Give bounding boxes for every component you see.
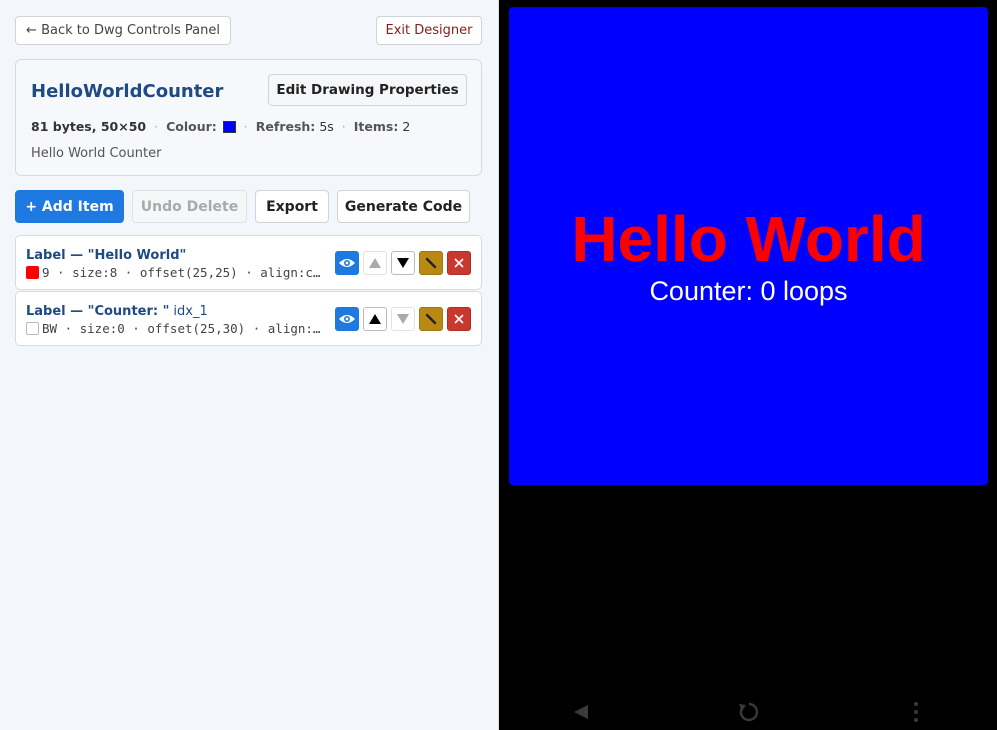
item-title-text: Label — "Counter: " <box>26 304 170 319</box>
arrow-down-icon <box>397 258 409 268</box>
drawing-meta: 81 bytes, 50×50 · Colour: · Refresh: 5s … <box>31 119 410 134</box>
delete-button[interactable] <box>447 251 471 275</box>
colour-key: Colour: <box>166 119 217 134</box>
export-button[interactable]: Export <box>255 190 329 223</box>
item-color-swatch <box>26 266 39 279</box>
item-row[interactable]: Label — "Counter: " idx_1 BW · size:0 · o… <box>15 291 482 346</box>
eye-icon <box>339 315 355 323</box>
refresh-icon[interactable] <box>737 700 761 724</box>
edit-button[interactable] <box>419 307 443 331</box>
separator: · <box>243 119 248 134</box>
pencil-icon <box>425 313 437 325</box>
item-index-ref: idx_1 <box>173 304 208 319</box>
move-up-button[interactable] <box>363 307 387 331</box>
item-detail-text: BW · size:0 · offset(25,30) · align:… <box>42 321 321 336</box>
items-key: Items: <box>353 119 399 134</box>
drawing-preview-canvas: Hello World Counter: 0 loops <box>509 7 988 485</box>
eye-icon <box>339 259 355 267</box>
back-to-dwg-controls-button[interactable]: ← Back to Dwg Controls Panel <box>15 16 231 45</box>
item-detail-text: 9 · size:8 · offset(25,25) · align:c… <box>42 265 321 280</box>
undo-delete-button[interactable]: Undo Delete <box>132 190 247 223</box>
refresh-key: Refresh: <box>255 119 316 134</box>
item-color-swatch <box>26 322 39 335</box>
close-icon <box>454 258 464 268</box>
arrow-up-icon <box>369 258 381 268</box>
item-detail: BW · size:0 · offset(25,30) · align:… <box>26 321 326 336</box>
view-button[interactable] <box>335 251 359 275</box>
back-triangle-icon[interactable] <box>572 700 590 724</box>
preview-counter-label: Counter: 0 loops <box>649 276 848 306</box>
delete-button[interactable] <box>447 307 471 331</box>
separator: · <box>154 119 159 134</box>
drawing-info-card: HelloWorldCounter Edit Drawing Propertie… <box>15 59 482 176</box>
move-up-button[interactable] <box>363 251 387 275</box>
add-item-button[interactable]: + Add Item <box>15 190 124 223</box>
generate-code-button[interactable]: Generate Code <box>337 190 470 223</box>
item-detail: 9 · size:8 · offset(25,25) · align:c… <box>26 265 326 280</box>
edit-drawing-properties-button[interactable]: Edit Drawing Properties <box>268 74 467 106</box>
arrow-down-icon <box>397 314 409 324</box>
preview-hello-label: Hello World <box>571 203 926 275</box>
refresh-value: 5s <box>319 119 334 134</box>
exit-designer-button[interactable]: Exit Designer <box>376 16 482 45</box>
move-down-button[interactable] <box>391 251 415 275</box>
move-down-button[interactable] <box>391 307 415 331</box>
item-title: Label — "Counter: " idx_1 <box>26 304 208 319</box>
item-row[interactable]: Label — "Hello World" 9 · size:8 · offse… <box>15 235 482 290</box>
item-title-text: Label — "Hello World" <box>26 248 187 263</box>
preview-panel: Hello World Counter: 0 loops <box>499 0 997 730</box>
close-icon <box>454 314 464 324</box>
designer-panel: ← Back to Dwg Controls Panel Exit Design… <box>0 0 499 730</box>
drawing-title: HelloWorldCounter <box>31 81 224 102</box>
colour-swatch <box>222 120 236 133</box>
items-value: 2 <box>402 119 411 134</box>
pencil-icon <box>425 257 437 269</box>
arrow-up-icon <box>369 314 381 324</box>
separator: · <box>341 119 346 134</box>
drawing-description: Hello World Counter <box>31 146 162 161</box>
view-button[interactable] <box>335 307 359 331</box>
edit-button[interactable] <box>419 251 443 275</box>
size-info: 81 bytes, 50×50 <box>31 119 147 134</box>
more-vert-icon[interactable] <box>912 700 920 724</box>
item-title: Label — "Hello World" <box>26 248 190 263</box>
